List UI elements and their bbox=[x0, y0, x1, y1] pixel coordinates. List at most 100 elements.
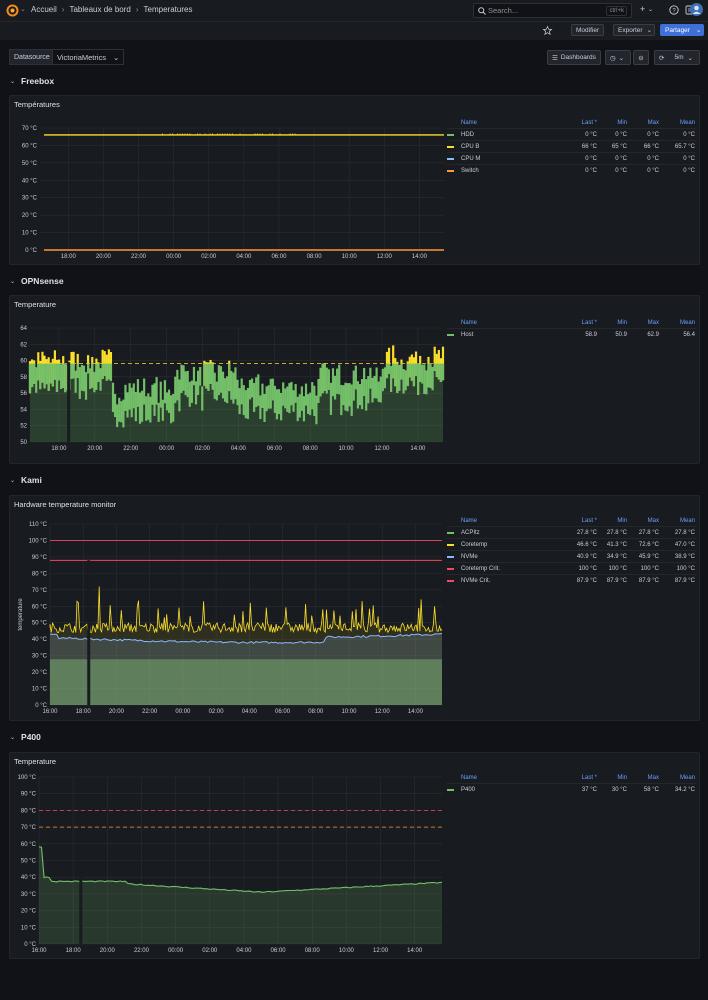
legend-row[interactable]: P400 37 °C 30 °C 58 °C 34.2 °C bbox=[447, 783, 697, 795]
legend-header-last[interactable]: Last * bbox=[582, 320, 597, 326]
legend-row[interactable]: Coretemp 46.6 °C 41.3 °C 72.6 °C 47.0 °C bbox=[447, 538, 697, 550]
legend-min: 30 °C bbox=[611, 787, 627, 793]
y-tick-label: 54 bbox=[20, 407, 27, 413]
legend-name: Coretemp Crit. bbox=[461, 566, 501, 572]
time-picker-button[interactable]: ◷ ⌄ bbox=[605, 50, 631, 65]
legend-row[interactable]: NVMe Crit. 87.9 °C 87.9 °C 87.9 °C 87.9 °C bbox=[447, 574, 697, 586]
share-button[interactable]: Partager bbox=[660, 24, 695, 36]
y-tick-label: 70 °C bbox=[32, 588, 48, 594]
y-tick-label: 40 °C bbox=[32, 637, 48, 643]
legend-row[interactable]: Coretemp Crit. 100 °C 100 °C 100 °C 100 °C bbox=[447, 562, 697, 574]
x-tick-label: 14:00 bbox=[412, 254, 428, 260]
row-title-kami[interactable]: ⌄ Kami bbox=[10, 475, 42, 485]
timeseries-chart[interactable]: 64 62 60 58 56 54 52 50 18:00 20:00 22:00 00:00 02:0… bbox=[10, 296, 450, 465]
y-tick-label: 30 °C bbox=[21, 892, 37, 898]
legend-last: 40.9 °C bbox=[576, 554, 597, 560]
x-tick-label: 02:00 bbox=[201, 254, 217, 260]
datasource-select[interactable]: VictoriaMetrics ⌄ bbox=[52, 49, 124, 65]
panel-p400-temperature[interactable]: Temperature 100 °C 90 °C 80 °C 70 °C 60 °C 50… bbox=[9, 752, 700, 959]
legend-min: 0 °C bbox=[615, 156, 627, 162]
panel-kami-hardware-temperature[interactable]: Hardware temperature monitor 110 °C 100 °… bbox=[9, 495, 700, 721]
legend-header-last[interactable]: Last * bbox=[582, 518, 597, 524]
refresh-picker-button[interactable]: ⟳ 5m ⌄ bbox=[654, 50, 700, 65]
legend-max: 45.9 °C bbox=[638, 554, 659, 560]
row-title-freebox[interactable]: ⌄ Freebox bbox=[10, 76, 54, 86]
x-tick-label: 12:00 bbox=[377, 254, 393, 260]
legend-max: 58 °C bbox=[643, 787, 659, 793]
chevron-down-icon[interactable]: ⌄ bbox=[648, 6, 653, 13]
legend-row[interactable]: CPU M 0 °C 0 °C 0 °C 0 °C bbox=[447, 152, 697, 164]
breadcrumb-dashboards[interactable]: Tableaux de bord bbox=[69, 5, 130, 14]
y-tick-label: 30 °C bbox=[32, 654, 48, 660]
export-button[interactable]: Exporter ⌄ bbox=[613, 24, 655, 36]
legend-header-min[interactable]: Min bbox=[617, 518, 627, 524]
new-plus-icon[interactable]: + bbox=[640, 4, 645, 14]
legend-header-max[interactable]: Max bbox=[648, 320, 659, 326]
row-title-p400[interactable]: ⌄ P400 bbox=[10, 732, 41, 742]
legend-header-mean[interactable]: Mean bbox=[680, 320, 695, 326]
y-tick-label: 60 °C bbox=[22, 143, 38, 149]
y-tick-label: 110 °C bbox=[29, 522, 48, 528]
legend-name: HDD bbox=[461, 132, 474, 138]
x-tick-label: 06:00 bbox=[271, 254, 287, 260]
row-title-text: OPNsense bbox=[21, 276, 64, 286]
chevron-down-icon: ⌄ bbox=[10, 734, 16, 741]
legend-row[interactable]: ACPItz 27.8 °C 27.8 °C 27.8 °C 27.8 °C bbox=[447, 526, 697, 538]
legend-min: 34.9 °C bbox=[606, 554, 627, 560]
edit-button[interactable]: Modifier bbox=[571, 24, 605, 36]
legend-header-min[interactable]: Min bbox=[617, 120, 627, 126]
x-tick-label: 08:00 bbox=[308, 709, 324, 715]
legend-header-min[interactable]: Min bbox=[617, 320, 627, 326]
x-tick-label: 00:00 bbox=[159, 446, 175, 452]
chevron-down-icon: ⌄ bbox=[646, 27, 653, 34]
zoom-out-button[interactable]: ⊖ bbox=[633, 50, 649, 65]
breadcrumb-home[interactable]: Accueil bbox=[31, 5, 57, 14]
x-tick-label: 12:00 bbox=[375, 709, 391, 715]
share-dropdown-button[interactable]: ⌄ bbox=[693, 24, 704, 36]
breadcrumb-separator-icon: › bbox=[61, 5, 65, 14]
legend-max: 87.9 °C bbox=[638, 578, 659, 584]
star-icon[interactable] bbox=[542, 25, 553, 36]
x-tick-label: 18:00 bbox=[76, 709, 92, 715]
x-tick-label: 00:00 bbox=[175, 709, 191, 715]
y-tick-label: 80 °C bbox=[32, 571, 48, 577]
dashboards-button[interactable]: ☰ Dashboards bbox=[547, 50, 601, 65]
row-title-text: P400 bbox=[21, 732, 41, 742]
y-tick-label: 20 °C bbox=[32, 670, 48, 676]
legend-header-name: Name bbox=[461, 120, 478, 126]
legend-row[interactable]: HDD 0 °C 0 °C 0 °C 0 °C bbox=[447, 128, 697, 140]
legend-header-max[interactable]: Max bbox=[648, 518, 659, 524]
search-input[interactable]: Search... ctrl+k bbox=[473, 3, 632, 18]
legend-max: 0 °C bbox=[647, 168, 659, 174]
legend-header-mean[interactable]: Mean bbox=[680, 120, 695, 126]
legend-mean: 87.9 °C bbox=[674, 578, 695, 584]
legend-header-last[interactable]: Last * bbox=[582, 120, 597, 126]
timeseries-chart[interactable]: 110 °C 100 °C 90 °C 80 °C 70 °C 60 °C 50 °C 40 … bbox=[10, 496, 450, 722]
legend-header-mean[interactable]: Mean bbox=[680, 775, 695, 781]
row-title-opnsense[interactable]: ⌄ OPNsense bbox=[10, 276, 64, 286]
legend-mean: 47.0 °C bbox=[674, 542, 695, 548]
timeseries-chart[interactable]: 70 °C 60 °C 50 °C 40 °C 30 °C 20 °C 10 °C 0 °C 1… bbox=[10, 96, 450, 266]
legend-row[interactable]: NVMe 40.9 °C 34.9 °C 45.9 °C 38.9 °C bbox=[447, 550, 697, 562]
help-icon[interactable]: ? bbox=[669, 5, 679, 15]
legend-header-min[interactable]: Min bbox=[617, 775, 627, 781]
panel-opnsense-temperature[interactable]: Temperature 64 62 60 58 56 54 52 50 18:00 20:00 22… bbox=[9, 295, 700, 464]
legend-header-max[interactable]: Max bbox=[648, 775, 659, 781]
series-line-coretemp bbox=[49, 586, 443, 635]
grafana-logo-icon[interactable] bbox=[6, 4, 19, 17]
panel-freebox-temperatures[interactable]: Températures 70 °C 60 °C 50 °C 40 °C 30 °C 20… bbox=[9, 95, 700, 265]
legend-header-max[interactable]: Max bbox=[648, 120, 659, 126]
chevron-down-icon[interactable]: ⌄ bbox=[20, 5, 26, 13]
legend-row[interactable]: Switch 0 °C 0 °C 0 °C 0 °C bbox=[447, 164, 697, 176]
y-tick-label: 30 °C bbox=[22, 196, 38, 202]
user-avatar-icon[interactable] bbox=[690, 3, 703, 16]
legend-row[interactable]: CPU B 66 °C 65 °C 66 °C 65.7 °C bbox=[447, 140, 697, 152]
legend-name: CPU B bbox=[461, 144, 480, 150]
legend-row[interactable]: Host 58.9 50.9 62.9 56.4 bbox=[447, 328, 697, 340]
legend-header-mean[interactable]: Mean bbox=[680, 518, 695, 524]
y-tick-label: 40 °C bbox=[21, 875, 37, 881]
timeseries-chart[interactable]: 100 °C 90 °C 80 °C 70 °C 60 °C 50 °C 40 °C 30 °… bbox=[10, 753, 450, 960]
legend-header-last[interactable]: Last * bbox=[582, 775, 597, 781]
x-tick-label: 14:00 bbox=[407, 948, 423, 954]
legend-table: Name Last * Min Max Mean ACPItz 27.8 °C 27.8 °C… bbox=[447, 518, 697, 592]
